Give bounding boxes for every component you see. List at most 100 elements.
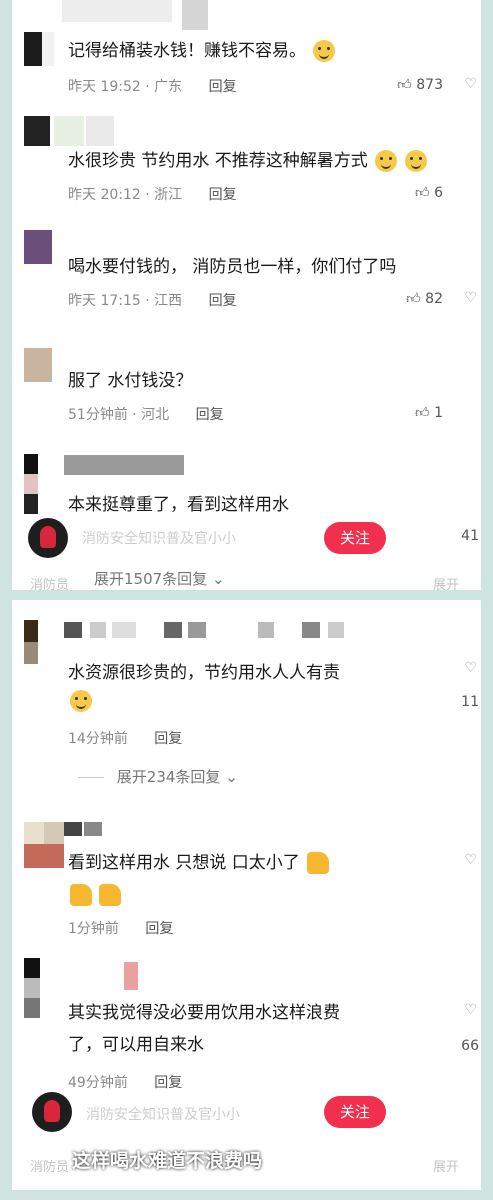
comment-text-content: 水很珍贵 节约用水 不推荐这种解暑方式 [68,151,368,171]
thumb-up-icon: 👍︎ [406,291,421,307]
comment-text-content: 服了 水付钱没？ [68,371,193,391]
expand-replies-button[interactable]: 展开1507条回复 ⌄ [94,568,225,589]
comment-meta: 昨天 19:52 · 广东 回复 [68,76,237,96]
comment-text: 其实我觉得没必要用饮用水这样浪费 [68,998,340,1028]
avatar[interactable] [24,822,64,868]
comment-meta: 昨天 20:12 · 浙江 回复 [68,184,237,204]
dislike-icon[interactable]: ♡ [464,660,477,676]
reply-button[interactable]: 回复 [209,293,237,309]
account-name[interactable]: 消防安全知识普及官小小 [86,1104,240,1124]
reply-button[interactable]: 回复 [154,731,182,747]
thumbs-up-emoji-icon [70,884,92,906]
expand-replies-label: 展开234条回复 [116,768,221,786]
blurred-username [64,455,184,475]
comment-time: 51分钟前 · 河北 [68,407,170,423]
avatar[interactable] [24,230,54,264]
comment-meta: 51分钟前 · 河北 回复 [68,404,224,424]
avatar[interactable] [24,958,48,1018]
reply-button[interactable]: 回复 [209,79,237,95]
comment-text-content-2: 了，可以用自来水 [68,1035,204,1055]
blurred-username [90,622,106,638]
expand-replies-button[interactable]: 展开234条回复 ⌄ [78,766,238,787]
comment-text: 水资源很珍贵的，节约用水人人有责 [68,658,340,688]
blurred-username [64,822,82,836]
dislike-icon[interactable]: ♡ [464,290,477,306]
comment-text-content: 水资源很珍贵的，节约用水人人有责 [68,663,340,683]
chevron-down-icon: ⌄ [211,570,225,588]
blurred-username [302,622,320,638]
avatar[interactable] [24,620,44,664]
comment-text-content: 本来挺尊重了，看到这样用水 [68,495,289,515]
dislike-icon[interactable]: ♡ [464,1002,477,1018]
like-count: 873 [416,77,443,93]
thumb-up-icon: 👍︎ [414,405,430,421]
smile-emoji-icon [404,150,427,172]
follow-button[interactable]: 关注 [324,1096,386,1128]
blurred-username [84,822,102,836]
comment-meta: 昨天 17:15 · 江西 回复 [68,290,237,310]
reply-button[interactable]: 回复 [145,921,173,937]
like-count: 6 [434,185,443,201]
comment-text-content: 喝水要付钱的， 消防员也一样，你们付了吗 [68,257,397,277]
dislike-icon[interactable]: ♡ [464,852,477,868]
avatar[interactable] [24,348,54,382]
blurred-username [64,622,82,638]
avatar[interactable] [24,116,114,146]
comment-text: 看到这样用水 只想说 口太小了 [68,848,330,878]
blurred-username [182,0,208,30]
avatar[interactable] [24,454,46,514]
comment-time: 昨天 20:12 · 浙江 [68,187,183,203]
grin-sweat-emoji-icon [70,690,92,712]
comment-time: 昨天 17:15 · 江西 [68,293,183,309]
comment-text-line2 [68,880,122,910]
like-button[interactable]: 👍︎ 82 [406,290,443,307]
overlay-caption-more: 展开 [432,1160,459,1175]
blurred-username [328,622,344,638]
thumbs-up-emoji-icon [307,852,330,874]
reply-button[interactable]: 回复 [154,1075,182,1091]
thumb-up-icon: 👍︎ [414,185,430,201]
blurred-username [62,0,172,22]
like-button[interactable]: 👍︎ 6 [415,184,443,201]
overlay-caption: 消防员 [30,1160,70,1175]
like-button[interactable]: 👍︎ 1 [415,404,443,421]
comment-panel-bottom: 水资源很珍贵的，节约用水人人有责 ♡ 11 14分钟前 回复 展开234条回复 … [12,600,481,1190]
account-name[interactable]: 消防安全知识普及官小小 [82,528,236,548]
blurred-username [112,622,136,638]
comment-time: 1分钟前 [68,921,119,937]
like-count: 82 [425,291,443,307]
comment-meta: 14分钟前 回复 [68,728,182,748]
dislike-icon[interactable]: ♡ [464,76,477,92]
overlay-caption: 消防员 [30,578,70,590]
thumbs-up-emoji-icon [99,884,122,906]
overlay-caption-more: 展开 [432,578,459,590]
expand-replies-label: 展开1507条回复 [94,570,208,588]
like-button[interactable]: 👍︎ 873 [397,76,443,93]
comment-text: 记得给桶装水钱！赚钱不容易。 [68,36,336,66]
account-avatar[interactable] [32,1092,72,1132]
comment-text-line2: 了，可以用自来水 [68,1030,204,1060]
smile-emoji-icon [375,150,398,172]
thumb-up-icon: 👍︎ [397,77,412,93]
blurred-username [188,622,206,638]
blurred-username [258,622,274,638]
comment-text: 本来挺尊重了，看到这样用水 [68,490,289,520]
blurred-username [124,962,138,990]
comment-text-content: 看到这样用水 只想说 口太小了 [68,853,300,873]
comment-time: 14分钟前 [68,731,128,747]
reply-button[interactable]: 回复 [196,407,224,423]
reply-button[interactable]: 回复 [209,187,237,203]
grin-sweat-emoji-icon [313,40,336,62]
comment-text: 服了 水付钱没？ [68,366,192,396]
follow-button[interactable]: 关注 [324,522,386,554]
avatar[interactable] [24,32,54,66]
like-count: 66 [461,1038,479,1054]
comment-meta: 1分钟前 回复 [68,918,173,938]
like-count: 41 [461,528,479,544]
comment-text-line2 [68,686,92,716]
video-caption: 这样喝水难道不浪费吗 [72,1150,263,1172]
chevron-down-icon: ⌄ [225,768,238,786]
account-avatar[interactable] [28,518,68,558]
comment-text-content: 其实我觉得没必要用饮用水这样浪费 [68,1003,340,1023]
comment-text-content: 记得给桶装水钱！赚钱不容易。 [68,41,306,61]
